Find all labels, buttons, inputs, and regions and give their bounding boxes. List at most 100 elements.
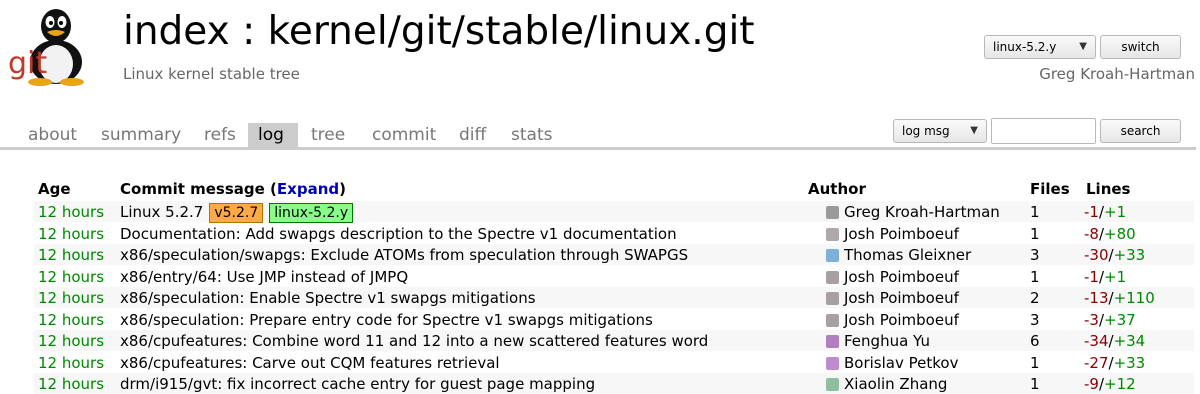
cgit-logo[interactable]: git	[6, 4, 106, 86]
commit-author-cell: Josh Poimboeuf	[826, 288, 959, 308]
tab-summary[interactable]: summary	[91, 123, 191, 147]
column-header-message: Commit message (Expand)	[120, 180, 346, 198]
commit-message-link[interactable]: x86/speculation/swapgs: Exclude ATOMs fr…	[120, 246, 688, 264]
commit-message-link[interactable]: Linux 5.2.7	[120, 203, 203, 221]
tab-commit[interactable]: commit	[362, 123, 446, 147]
tab-tree[interactable]: tree	[301, 123, 355, 147]
commit-author-cell: Josh Poimboeuf	[826, 310, 959, 330]
lines-deleted: -27	[1084, 353, 1109, 372]
page-title[interactable]: index : kernel/git/stable/linux.git	[123, 6, 755, 58]
lines-added: +34	[1113, 332, 1146, 350]
avatar-icon	[826, 270, 839, 284]
tag-badge[interactable]: v5.2.7	[209, 203, 264, 223]
commit-message-link[interactable]: x86/entry/64: Use JMP instead of JMPQ	[120, 268, 408, 286]
table-row: 12 hours x86/entry/64: Use JMP instead of…	[34, 266, 1194, 287]
branch-badge[interactable]: linux-5.2.y	[269, 203, 354, 223]
table-row: 12 hours x86/speculation: Enable Spectre …	[34, 287, 1194, 308]
lines-deleted: -8	[1084, 224, 1099, 243]
commit-author: Thomas Gleixner	[844, 246, 972, 264]
column-header-age: Age	[38, 180, 71, 198]
commit-author-cell: Fenghua Yu	[826, 331, 930, 351]
lines-deleted: -13	[1084, 289, 1109, 307]
lines-added: +1	[1104, 203, 1127, 221]
commit-age[interactable]: 12 hours	[38, 224, 104, 244]
tab-stats[interactable]: stats	[501, 123, 562, 147]
commit-message-link[interactable]: drm/i915/gvt: fix incorrect cache entry …	[120, 375, 595, 393]
commit-files: 1	[1030, 353, 1040, 372]
avatar-icon	[826, 206, 839, 219]
avatar-icon	[826, 313, 839, 327]
search-mode-select[interactable]: log msg ▼	[893, 119, 987, 143]
commit-age[interactable]: 12 hours	[38, 288, 104, 308]
avatar-icon	[826, 292, 839, 305]
tab-about[interactable]: about	[18, 123, 87, 147]
commit-files: 1	[1030, 203, 1040, 221]
commit-age[interactable]: 12 hours	[38, 245, 104, 265]
commit-lines: -1/+1	[1084, 267, 1127, 286]
tab-diff[interactable]: diff	[449, 123, 496, 147]
commit-message-cell: Linux 5.2.7 v5.2.7 linux-5.2.y	[120, 202, 354, 223]
tab-log[interactable]: log	[248, 123, 298, 147]
lines-deleted: -30	[1084, 246, 1109, 264]
lines-deleted: -9	[1084, 375, 1099, 393]
commit-message-link[interactable]: x86/speculation: Enable Spectre v1 swapg…	[120, 289, 536, 307]
commit-author-cell: Xiaolin Zhang	[826, 374, 947, 394]
commit-files: 1	[1030, 267, 1040, 286]
column-header-author: Author	[808, 180, 866, 198]
branch-select-value: linux-5.2.y	[993, 40, 1057, 54]
commit-message-link[interactable]: x86/cpufeatures: Combine word 11 and 12 …	[120, 332, 708, 350]
branch-select[interactable]: linux-5.2.y ▼	[984, 35, 1096, 59]
chevron-down-icon: ▼	[1079, 41, 1087, 52]
table-row: 12 hours x86/speculation: Prepare entry c…	[34, 309, 1194, 330]
lines-added: +37	[1104, 310, 1136, 329]
commit-author: Fenghua Yu	[844, 332, 930, 350]
repo-description: Linux kernel stable tree	[123, 65, 300, 83]
commit-author-cell: Josh Poimboeuf	[826, 267, 959, 287]
avatar-icon	[826, 378, 839, 391]
commit-files: 1	[1030, 224, 1040, 243]
avatar-icon	[826, 227, 839, 241]
commit-author: Josh Poimboeuf	[844, 289, 959, 307]
commit-author: Josh Poimboeuf	[844, 310, 959, 329]
table-row: 12 hours drm/i915/gvt: fix incorrect cach…	[34, 373, 1194, 394]
commit-lines: -9/+12	[1084, 375, 1136, 393]
commit-age[interactable]: 12 hours	[38, 202, 104, 222]
commit-message-link[interactable]: x86/cpufeatures: Carve out CQM features …	[120, 354, 500, 372]
commit-age[interactable]: 12 hours	[38, 353, 104, 373]
commit-message-cell: x86/entry/64: Use JMP instead of JMPQ	[120, 267, 408, 287]
commit-author: Xiaolin Zhang	[844, 375, 948, 393]
commit-lines: -1/+1	[1084, 203, 1127, 221]
commit-age[interactable]: 12 hours	[38, 310, 104, 330]
column-header-lines: Lines	[1086, 180, 1131, 198]
commit-lines: -34/+34	[1084, 332, 1146, 350]
commit-files: 3	[1030, 246, 1040, 264]
expand-link[interactable]: Expand	[277, 180, 339, 198]
tab-refs[interactable]: refs	[194, 123, 246, 147]
commit-age[interactable]: 12 hours	[38, 331, 104, 351]
lines-added: +33	[1113, 246, 1146, 264]
logo-text: git	[8, 46, 48, 81]
search-button[interactable]: search	[1100, 119, 1181, 143]
commit-author-cell: Greg Kroah-Hartman	[826, 202, 1000, 222]
switch-button[interactable]: switch	[1100, 35, 1181, 59]
commit-message-cell: x86/cpufeatures: Carve out CQM features …	[120, 353, 500, 373]
commit-message-cell: x86/speculation: Prepare entry code for …	[120, 310, 653, 330]
commit-age[interactable]: 12 hours	[38, 374, 104, 394]
message-header-label: Commit message	[120, 180, 265, 198]
commit-files: 3	[1030, 310, 1040, 329]
lines-added: +110	[1113, 289, 1155, 307]
commit-message-link[interactable]: Documentation: Add swapgs description to…	[120, 225, 677, 243]
commit-lines: -8/+80	[1084, 224, 1136, 243]
search-mode-value: log msg	[902, 124, 950, 138]
commit-message-cell: x86/speculation/swapgs: Exclude ATOMs fr…	[120, 245, 688, 265]
search-input[interactable]	[991, 118, 1096, 144]
commit-author: Josh Poimboeuf	[844, 267, 959, 286]
commit-author-cell: Borislav Petkov	[826, 353, 958, 373]
avatar-icon	[826, 356, 839, 370]
table-row: 12 hours x86/cpufeatures: Carve out CQM f…	[34, 352, 1194, 373]
tab-divider	[0, 147, 1196, 150]
commit-message-link[interactable]: x86/speculation: Prepare entry code for …	[120, 311, 653, 329]
commit-age[interactable]: 12 hours	[38, 267, 104, 287]
commit-message-cell: Documentation: Add swapgs description to…	[120, 224, 677, 244]
avatar-icon	[826, 335, 839, 348]
